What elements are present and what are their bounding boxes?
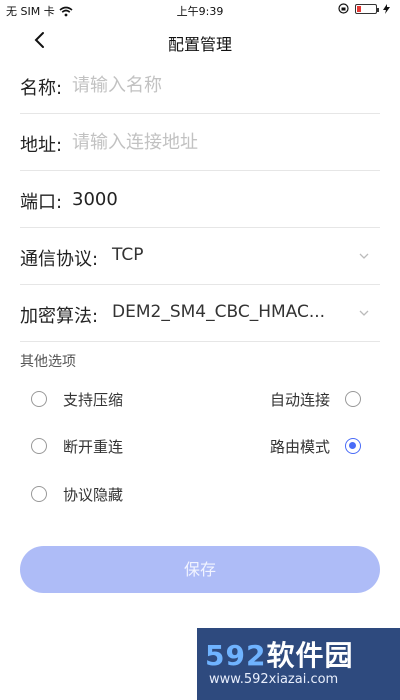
- option-compress[interactable]: 支持压缩: [31, 387, 123, 411]
- name-input[interactable]: [72, 72, 372, 98]
- protocol-value: TCP: [112, 245, 144, 265]
- encryption-select[interactable]: 加密算法: DEM2_SM4_CBC_HMAC...: [20, 285, 380, 342]
- radio-protocol-hide[interactable]: [31, 486, 47, 502]
- option-auto-connect[interactable]: 自动连接: [270, 387, 362, 411]
- address-input[interactable]: [72, 129, 372, 155]
- address-label: 地址:: [20, 135, 63, 156]
- port-row: 端口:: [20, 171, 380, 228]
- name-row: 名称:: [20, 57, 380, 114]
- radio-auto-connect[interactable]: [345, 391, 362, 407]
- radio-compress[interactable]: [31, 391, 47, 407]
- option-routing-mode[interactable]: 路由模式: [270, 434, 362, 458]
- option-reconnect-label: 断开重连: [63, 437, 124, 456]
- watermark-url: www.592xiazai.com: [209, 672, 339, 687]
- orientation-lock-icon: [338, 3, 349, 14]
- watermark: 592软件园 www.592xiazai.com: [197, 628, 400, 700]
- watermark-brand-text: 软件园: [266, 639, 354, 672]
- charging-bolt-icon: [383, 3, 390, 14]
- status-bar: 无 SIM 卡 上午9:39: [0, 0, 400, 20]
- watermark-brand: 592软件园: [205, 634, 353, 674]
- option-compress-label: 支持压缩: [63, 390, 124, 409]
- save-button[interactable]: 保存: [20, 546, 380, 593]
- radio-reconnect[interactable]: [31, 438, 47, 454]
- chevron-down-icon: [359, 310, 369, 316]
- encryption-label: 加密算法:: [20, 306, 99, 327]
- name-label: 名称:: [20, 78, 63, 99]
- battery-level: [357, 5, 361, 12]
- port-input[interactable]: [72, 186, 372, 212]
- battery-low-icon: [355, 3, 379, 14]
- option-auto-connect-label: 自动连接: [270, 390, 331, 409]
- address-row: 地址:: [20, 114, 380, 171]
- option-protocol-hide[interactable]: 协议隐藏: [31, 482, 123, 506]
- option-protocol-hide-label: 协议隐藏: [63, 485, 124, 504]
- port-label: 端口:: [20, 192, 63, 213]
- page-title: 配置管理: [167, 35, 232, 54]
- option-routing-mode-label: 路由模式: [270, 437, 331, 456]
- radio-routing-mode[interactable]: [345, 438, 362, 454]
- protocol-label: 通信协议:: [20, 249, 99, 270]
- nav-bar: 配置管理: [0, 20, 400, 62]
- options-title: 其他选项: [20, 354, 76, 370]
- protocol-select[interactable]: 通信协议: TCP: [20, 228, 380, 285]
- chevron-down-icon: [359, 253, 369, 259]
- watermark-brand-num: 592: [205, 639, 267, 672]
- encryption-value: DEM2_SM4_CBC_HMAC...: [112, 302, 326, 322]
- option-reconnect[interactable]: 断开重连: [31, 434, 123, 458]
- status-right: [338, 3, 390, 14]
